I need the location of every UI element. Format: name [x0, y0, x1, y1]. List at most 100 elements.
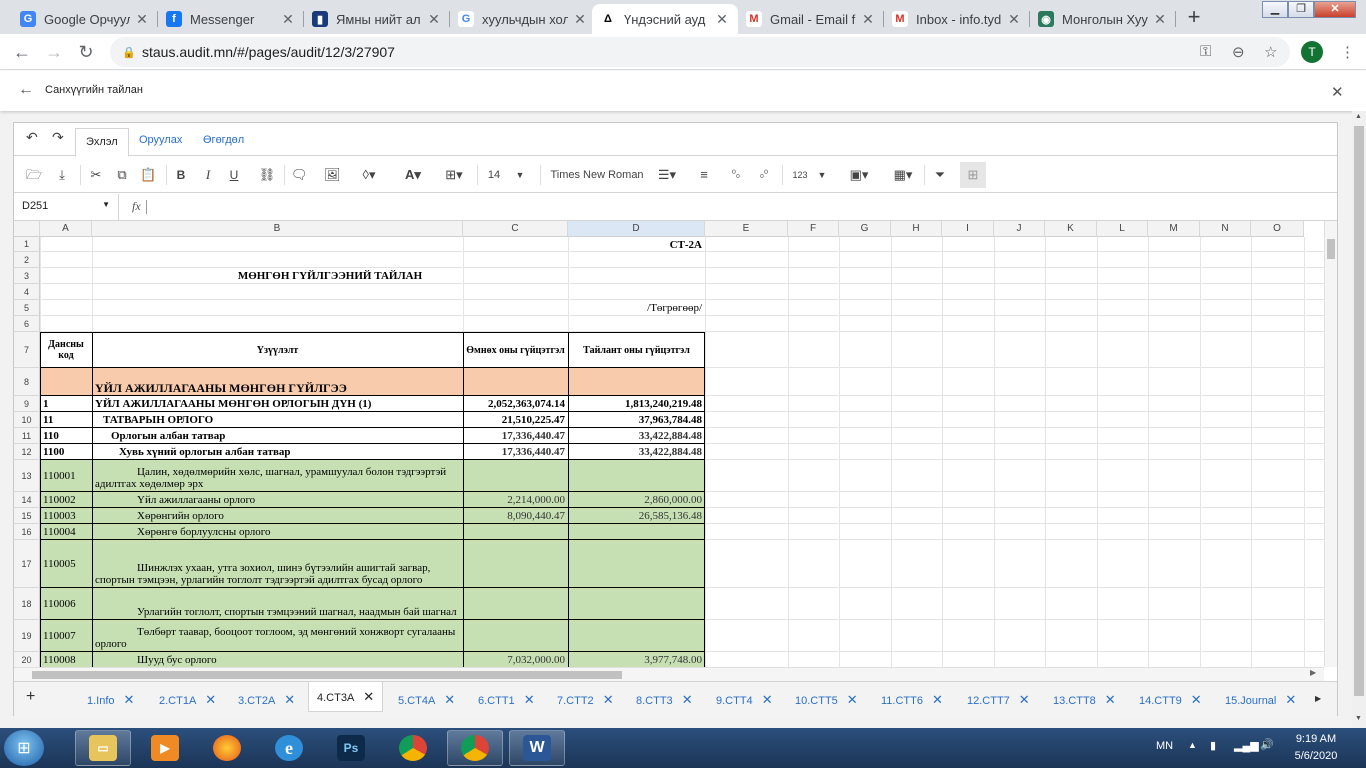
cell-b12[interactable]: Хувь хүний орлогын албан татвар: [92, 444, 463, 460]
cell-b9[interactable]: ҮЙЛ АЖИЛЛАГААНЫ МӨНГӨН ОРЛОГЫН ДҮН (1): [92, 396, 463, 412]
link-icon[interactable]: ⛓: [258, 166, 276, 184]
close-tab-icon[interactable]: ✕: [1152, 11, 1168, 28]
row-header[interactable]: 8: [14, 368, 40, 396]
forward-arrow-icon[interactable]: →: [42, 42, 66, 62]
filter-icon[interactable]: ⏷: [932, 166, 948, 184]
column-header-b[interactable]: B: [92, 221, 463, 237]
borders-icon[interactable]: ⊞▾: [441, 166, 467, 184]
sheet-tab-6[interactable]: 6.CTT1 ✕: [478, 688, 535, 712]
cell-b20[interactable]: Шууд бус орлого: [92, 652, 463, 667]
ie-taskbar-button[interactable]: e: [261, 730, 317, 766]
column-header-m[interactable]: M: [1148, 221, 1200, 237]
column-header-a[interactable]: A: [40, 221, 92, 237]
row-header[interactable]: 20: [14, 652, 40, 667]
column-header-l[interactable]: L: [1097, 221, 1148, 237]
browser-tab-4[interactable]: Δ Үндэсний ауд ✕: [592, 4, 738, 34]
formula-input[interactable]: [146, 200, 147, 214]
signal-icon[interactable]: ▂▄▆: [1234, 739, 1259, 752]
close-sheet-icon[interactable]: ✕: [932, 692, 943, 707]
close-sheet-icon[interactable]: ✕: [205, 692, 216, 707]
close-sheet-icon[interactable]: ✕: [363, 689, 374, 704]
cell-a7[interactable]: Дансны код: [40, 332, 92, 368]
row-header[interactable]: 1: [14, 237, 40, 252]
browser-tab-7[interactable]: ◉ Монголын Хуу ✕: [1030, 4, 1176, 34]
back-arrow-icon[interactable]: ←: [10, 42, 34, 62]
browser-tab-0[interactable]: G Google Орчуулга✕: [12, 4, 158, 34]
zoom-icon[interactable]: ⊖: [1232, 43, 1245, 61]
cell-format-icon[interactable]: ▣▾: [846, 166, 872, 184]
row-header[interactable]: 10: [14, 412, 40, 428]
cell-a19[interactable]: 110007: [40, 620, 92, 652]
horizontal-scrollbar[interactable]: ▶: [14, 667, 1324, 681]
cell-a12[interactable]: 1100: [40, 444, 92, 460]
sheet-tab-12[interactable]: 12.CTT7 ✕: [967, 688, 1030, 712]
freeze-panes-icon[interactable]: ⊞: [960, 162, 986, 188]
bookmark-star-icon[interactable]: ☆: [1264, 43, 1277, 61]
cell-c20[interactable]: 7,032,000.00: [463, 652, 568, 667]
cell-b19[interactable]: Төлбөрт таавар, бооцоот тоглоом, эд мөнг…: [92, 620, 463, 652]
close-tab-icon[interactable]: ✕: [134, 11, 150, 28]
tab-home[interactable]: Эхлэл: [75, 128, 129, 157]
battery-icon[interactable]: ▮: [1210, 739, 1216, 752]
row-header[interactable]: 6: [14, 316, 40, 332]
font-name-select[interactable]: Times New Roman: [549, 166, 645, 184]
browser-tab-6[interactable]: M Inbox - info.tyd ✕: [884, 4, 1030, 34]
row-header[interactable]: 9: [14, 396, 40, 412]
cell-b14[interactable]: Үйл ажиллагааны орлого: [92, 492, 463, 508]
tray-expand-icon[interactable]: ▲: [1188, 740, 1197, 750]
browser-tab-1[interactable]: f Messenger ✕: [158, 4, 304, 34]
sheet-tab-14[interactable]: 14.CTT9 ✕: [1139, 688, 1202, 712]
column-header-h[interactable]: H: [891, 221, 942, 237]
undo-icon[interactable]: ↶: [26, 129, 38, 146]
image-icon[interactable]: 🖼: [324, 166, 341, 184]
photoshop-taskbar-button[interactable]: Ps: [323, 730, 379, 766]
scroll-down-icon[interactable]: ▼: [1355, 715, 1362, 722]
close-sheet-icon[interactable]: ✕: [524, 692, 535, 707]
page-scrollbar[interactable]: ▲ ▼: [1352, 111, 1366, 728]
paste-icon[interactable]: 📋: [140, 166, 156, 184]
cell-grid[interactable]: A B C D E F G H I J K L M N O 1 2 3 4 5 6 7 8 9 10 11 12 13 14 15 16 17…: [14, 221, 1324, 667]
close-sheet-icon[interactable]: ✕: [284, 692, 295, 707]
close-tab-icon[interactable]: ✕: [860, 11, 876, 28]
copy-icon[interactable]: ⧉: [114, 166, 130, 184]
sheet-tab-4[interactable]: 4.CT3A ✕: [308, 682, 384, 712]
cell-a11[interactable]: 110: [40, 428, 92, 444]
column-header-o[interactable]: O: [1251, 221, 1304, 237]
row-header[interactable]: 7: [14, 332, 40, 368]
cell-a17[interactable]: 110005: [40, 540, 92, 588]
close-sheet-icon[interactable]: ✕: [762, 692, 773, 707]
chrome-taskbar-button[interactable]: [385, 730, 441, 766]
close-icon[interactable]: ✕: [1331, 83, 1344, 101]
cell-d12[interactable]: 33,422,884.48: [568, 444, 705, 460]
close-sheet-icon[interactable]: ✕: [603, 692, 614, 707]
chevron-down-icon[interactable]: ▼: [514, 166, 526, 184]
minimize-button[interactable]: ▁: [1262, 1, 1288, 18]
name-box[interactable]: D251 ▼: [14, 194, 119, 220]
close-tab-icon[interactable]: ✕: [426, 11, 442, 28]
close-sheet-icon[interactable]: ✕: [1019, 692, 1030, 707]
cell-d14[interactable]: 2,860,000.00: [568, 492, 705, 508]
increase-decimal-icon[interactable]: ⁰₀: [728, 166, 744, 184]
sheet-tab-2[interactable]: 2.CT1A ✕: [159, 688, 216, 712]
close-tab-icon[interactable]: ✕: [572, 11, 588, 28]
cell-b11[interactable]: Орлогын албан татвар: [92, 428, 463, 444]
row-header[interactable]: 3: [14, 268, 40, 284]
menu-dots-icon[interactable]: ⋮: [1340, 43, 1355, 61]
maximize-button[interactable]: ❐: [1288, 1, 1314, 18]
number-format-select[interactable]: 123: [792, 166, 808, 184]
close-sheet-icon[interactable]: ✕: [1285, 692, 1296, 707]
column-header-j[interactable]: J: [994, 221, 1045, 237]
chrome-active-taskbar-button[interactable]: [447, 730, 503, 766]
cell-c15[interactable]: 8,090,440.47: [463, 508, 568, 524]
close-tab-icon[interactable]: ✕: [714, 11, 730, 28]
close-sheet-icon[interactable]: ✕: [1105, 692, 1116, 707]
close-sheet-icon[interactable]: ✕: [124, 692, 135, 707]
download-icon[interactable]: ⤓: [54, 166, 70, 184]
close-sheet-icon[interactable]: ✕: [1191, 692, 1202, 707]
row-header[interactable]: 17: [14, 540, 40, 588]
sheet-tab-11[interactable]: 11.CTT6 ✕: [881, 688, 943, 712]
row-header[interactable]: 15: [14, 508, 40, 524]
cell-d1[interactable]: СТ-2А: [568, 237, 705, 252]
cell-d15[interactable]: 26,585,136.48: [568, 508, 705, 524]
start-button[interactable]: ⊞: [4, 730, 44, 766]
